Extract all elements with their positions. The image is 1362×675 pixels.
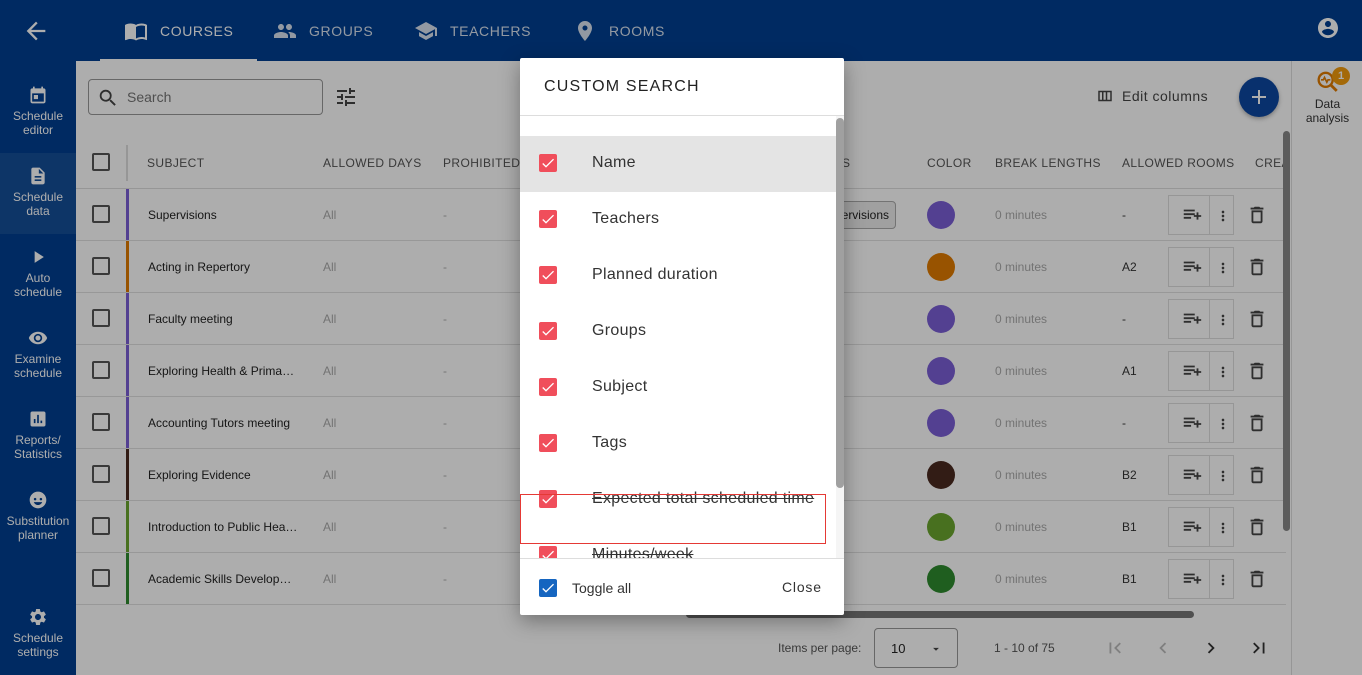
option-label: Planned duration	[592, 266, 718, 283]
option-checkbox[interactable]	[539, 322, 557, 340]
option-checkbox[interactable]	[539, 210, 557, 228]
close-button[interactable]: Close	[782, 579, 822, 595]
search-field-option[interactable]: Teachers	[520, 192, 836, 248]
option-label: Minutes/week	[592, 546, 694, 558]
check-icon	[542, 158, 554, 168]
option-label: Subject	[592, 378, 648, 395]
search-field-option[interactable]: Tags	[520, 416, 836, 472]
check-icon	[542, 270, 554, 280]
toggle-all-checkbox[interactable]	[539, 579, 557, 597]
option-checkbox[interactable]	[539, 154, 557, 172]
dialog-header: CUSTOM SEARCH	[520, 58, 844, 116]
option-checkbox[interactable]	[539, 434, 557, 452]
option-checkbox[interactable]	[539, 546, 557, 558]
custom-search-dialog: CUSTOM SEARCH Name Teachers Planned durati…	[520, 58, 844, 615]
dialog-title: CUSTOM SEARCH	[544, 78, 700, 95]
option-label: Groups	[592, 322, 647, 339]
check-icon	[542, 583, 554, 593]
focused-option-outline	[520, 494, 826, 544]
search-field-option[interactable]: Name	[520, 136, 836, 192]
search-field-option[interactable]: Groups	[520, 304, 836, 360]
option-checkbox[interactable]	[539, 266, 557, 284]
dialog-scrollbar[interactable]	[836, 116, 844, 558]
dialog-footer: Toggle all Close	[520, 558, 844, 615]
search-field-option[interactable]: Subject	[520, 360, 836, 416]
check-icon	[542, 326, 554, 336]
check-icon	[542, 550, 554, 558]
option-label: Name	[592, 154, 636, 171]
check-icon	[542, 382, 554, 392]
check-icon	[542, 214, 554, 224]
dialog-scrollbar-thumb[interactable]	[836, 118, 844, 488]
option-label: Teachers	[592, 210, 660, 227]
option-label: Tags	[592, 434, 627, 451]
option-checkbox[interactable]	[539, 378, 557, 396]
check-icon	[542, 438, 554, 448]
toggle-all-label[interactable]: Toggle all	[572, 580, 631, 596]
search-fields-list: Name Teachers Planned duration Groups Subjec…	[520, 136, 836, 558]
search-field-option[interactable]: Planned duration	[520, 248, 836, 304]
